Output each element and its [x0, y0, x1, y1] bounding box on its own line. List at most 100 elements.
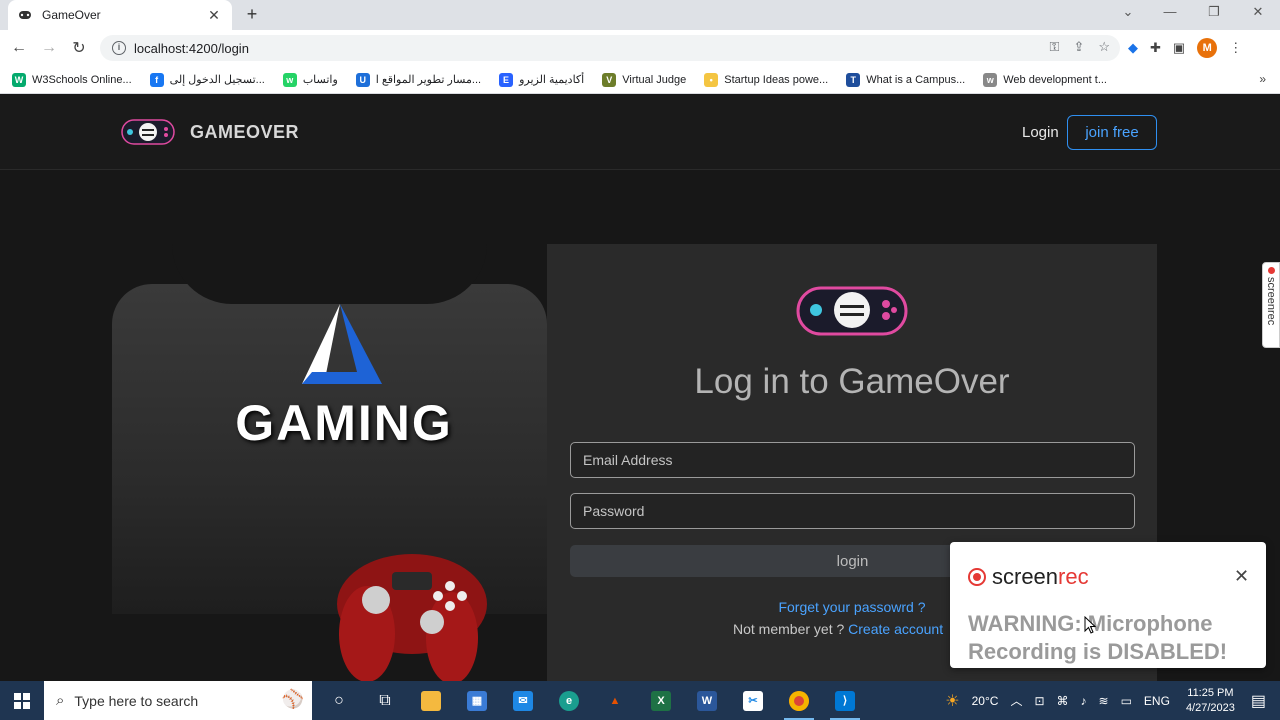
wifi-icon[interactable]: ≋ [1099, 694, 1109, 708]
excel-icon[interactable]: X [638, 681, 684, 720]
login-title: Log in to GameOver [694, 362, 1010, 401]
mail-icon[interactable]: ✉ [500, 681, 546, 720]
bookmark-label: W3Schools Online... [32, 73, 132, 86]
taskbar-search-placeholder: Type here to search [74, 692, 199, 709]
network-icon[interactable]: ⌘ [1057, 694, 1069, 708]
tray-chevron-icon[interactable]: ︿ [1010, 692, 1022, 709]
screenrec-close-icon[interactable]: ✕ [1234, 566, 1249, 587]
windows-start-icon[interactable] [0, 681, 44, 720]
volume-icon[interactable]: ♪ [1081, 694, 1087, 708]
microphone-warning: WARNING: Microphone Recording is DISABLE… [968, 611, 1228, 664]
bookmark-item[interactable]: W W3Schools Online... [12, 72, 132, 87]
restore-button[interactable]: ❐ [1194, 4, 1234, 20]
side-panel-icon[interactable]: ▣ [1173, 40, 1185, 56]
hero-gaming-text: GAMING [235, 395, 453, 451]
language-indicator[interactable]: ENG [1144, 694, 1170, 708]
join-free-button[interactable]: join free [1067, 115, 1157, 150]
key-icon[interactable]: ⚿ [1050, 39, 1060, 55]
email-field[interactable] [570, 442, 1135, 478]
clock-date: 4/27/2023 [1185, 701, 1235, 714]
browser-tab-bar: GameOver ✕ + ⌄ — ❐ ✕ [0, 0, 1280, 30]
record-icon [968, 568, 986, 586]
gaming-logo-art [302, 304, 487, 681]
bookmark-label: مسار تطوير المواقع ا... [375, 74, 482, 86]
bulb-icon: • [704, 72, 719, 87]
gamepad-favicon-icon [18, 8, 32, 22]
tab-close-icon[interactable]: ✕ [206, 7, 222, 24]
e-icon: E [499, 72, 514, 87]
cortana-icon[interactable]: ○ [316, 681, 362, 720]
forward-arrow-icon[interactable]: → [34, 39, 64, 57]
bookmark-label: Virtual Judge [622, 73, 687, 86]
bookmark-item[interactable]: U مسار تطوير المواقع ا... [355, 72, 482, 87]
notifications-icon[interactable]: ▤ [1251, 691, 1266, 711]
create-account-link[interactable]: Create account [848, 621, 943, 637]
new-tab-button[interactable]: + [242, 4, 262, 24]
puzzle-extensions-icon[interactable]: ✚ [1150, 40, 1161, 56]
vjudge-icon: V [602, 72, 617, 87]
bookmark-label: واتساب [302, 74, 338, 86]
bookmark-item[interactable]: w Web development t... [983, 72, 1107, 87]
bookmark-item[interactable]: E أكاديمية الزيرو [499, 72, 585, 87]
battery-icon[interactable]: ▭ [1121, 694, 1132, 708]
weather-icon[interactable]: ☀ [945, 691, 959, 711]
minimize-button[interactable]: — [1150, 4, 1190, 19]
taskbar-search-box[interactable]: ⌕ Type here to search ⚾ [44, 681, 312, 720]
weather-temp[interactable]: 20°C [972, 694, 999, 708]
record-dot-icon [1268, 267, 1275, 274]
site-info-icon[interactable]: i [112, 41, 126, 55]
close-window-button[interactable]: ✕ [1238, 4, 1278, 20]
bookmark-item[interactable]: f تسجيل الدخول إلى... [149, 72, 265, 87]
bookmark-item[interactable]: T What is a Campus... [846, 72, 965, 87]
profile-avatar[interactable]: M [1197, 38, 1218, 58]
file-explorer-icon[interactable] [408, 681, 454, 720]
bookmark-item[interactable]: • Startup Ideas powe... [704, 72, 828, 87]
share-icon[interactable]: ⇪ [1073, 39, 1084, 55]
ms-store-icon[interactable]: ▦ [454, 681, 500, 720]
reload-icon[interactable]: ↻ [64, 38, 94, 58]
edge-icon[interactable]: e [546, 681, 592, 720]
card-gameover-logo-icon [796, 286, 908, 336]
url-text: localhost:4200/login [134, 40, 249, 56]
clock[interactable]: 11:25 PM 4/27/2023 [1186, 686, 1235, 716]
kebab-menu-icon[interactable]: ⋮ [1229, 40, 1242, 56]
screenrec-popup: screen rec ✕ WARNING: Microphone Recordin… [950, 542, 1266, 668]
task-view-icon[interactable]: ⧉ [362, 681, 408, 720]
tab-title: GameOver [42, 8, 101, 22]
udemy-icon: U [355, 72, 370, 87]
nav-login-link[interactable]: Login [1022, 124, 1059, 141]
chrome-icon[interactable] [776, 681, 822, 720]
star-bookmark-icon[interactable]: ☆ [1098, 39, 1110, 55]
signup-prompt: Not member yet ? Create account [733, 621, 943, 637]
screenrec-side-tab[interactable]: screenrec [1262, 262, 1280, 348]
bookmarks-overflow-icon[interactable]: » [1259, 72, 1266, 86]
shirt-icon: T [846, 72, 861, 87]
password-field[interactable] [570, 493, 1135, 529]
brand-link[interactable]: GAMEOVER [118, 115, 299, 149]
gameover-logo-icon [121, 119, 175, 145]
word-icon[interactable]: W [684, 681, 730, 720]
browser-tab[interactable]: GameOver ✕ [8, 0, 232, 30]
back-arrow-icon[interactable]: ← [4, 39, 34, 57]
webcam-icon[interactable]: ⊡ [1034, 694, 1044, 708]
bookmark-item[interactable]: V Virtual Judge [602, 72, 687, 87]
w3c-icon: w [983, 72, 998, 87]
vscode-icon[interactable]: ⟩ [822, 681, 868, 720]
tab-search-icon[interactable]: ⌄ [1108, 4, 1148, 20]
whatsapp-icon: w [282, 72, 297, 87]
search-icon: ⌕ [56, 692, 65, 709]
extension-drop-icon[interactable]: ◆ [1128, 40, 1138, 56]
bookmark-item[interactable]: w واتساب [282, 72, 338, 87]
url-bar[interactable]: i localhost:4200/login ⚿ ⇪ ☆ [100, 35, 1120, 61]
brand-name: GAMEOVER [190, 121, 300, 142]
search-highlight-icon: ⚾ [281, 689, 304, 709]
windows-taskbar: ⌕ Type here to search ⚾ ○ ⧉ ▦ ✉ e ▲ X W … [0, 681, 1280, 720]
bookmarks-bar: W W3Schools Online... f تسجيل الدخول إلى...… [0, 66, 1280, 94]
screenrec-brand-b: rec [1058, 564, 1089, 589]
bookmark-label: أكاديمية الزيرو [519, 74, 585, 86]
snip-tool-icon[interactable]: ✂ [730, 681, 776, 720]
matlab-icon[interactable]: ▲ [592, 681, 638, 720]
screenrec-brand-a: screen [992, 564, 1059, 589]
system-tray: ☀ 20°C ︿ ⊡ ⌘ ♪ ≋ ▭ ENG 11:25 PM 4/27/202… [939, 681, 1280, 720]
screenrec-side-label: screenrec [1265, 277, 1277, 326]
